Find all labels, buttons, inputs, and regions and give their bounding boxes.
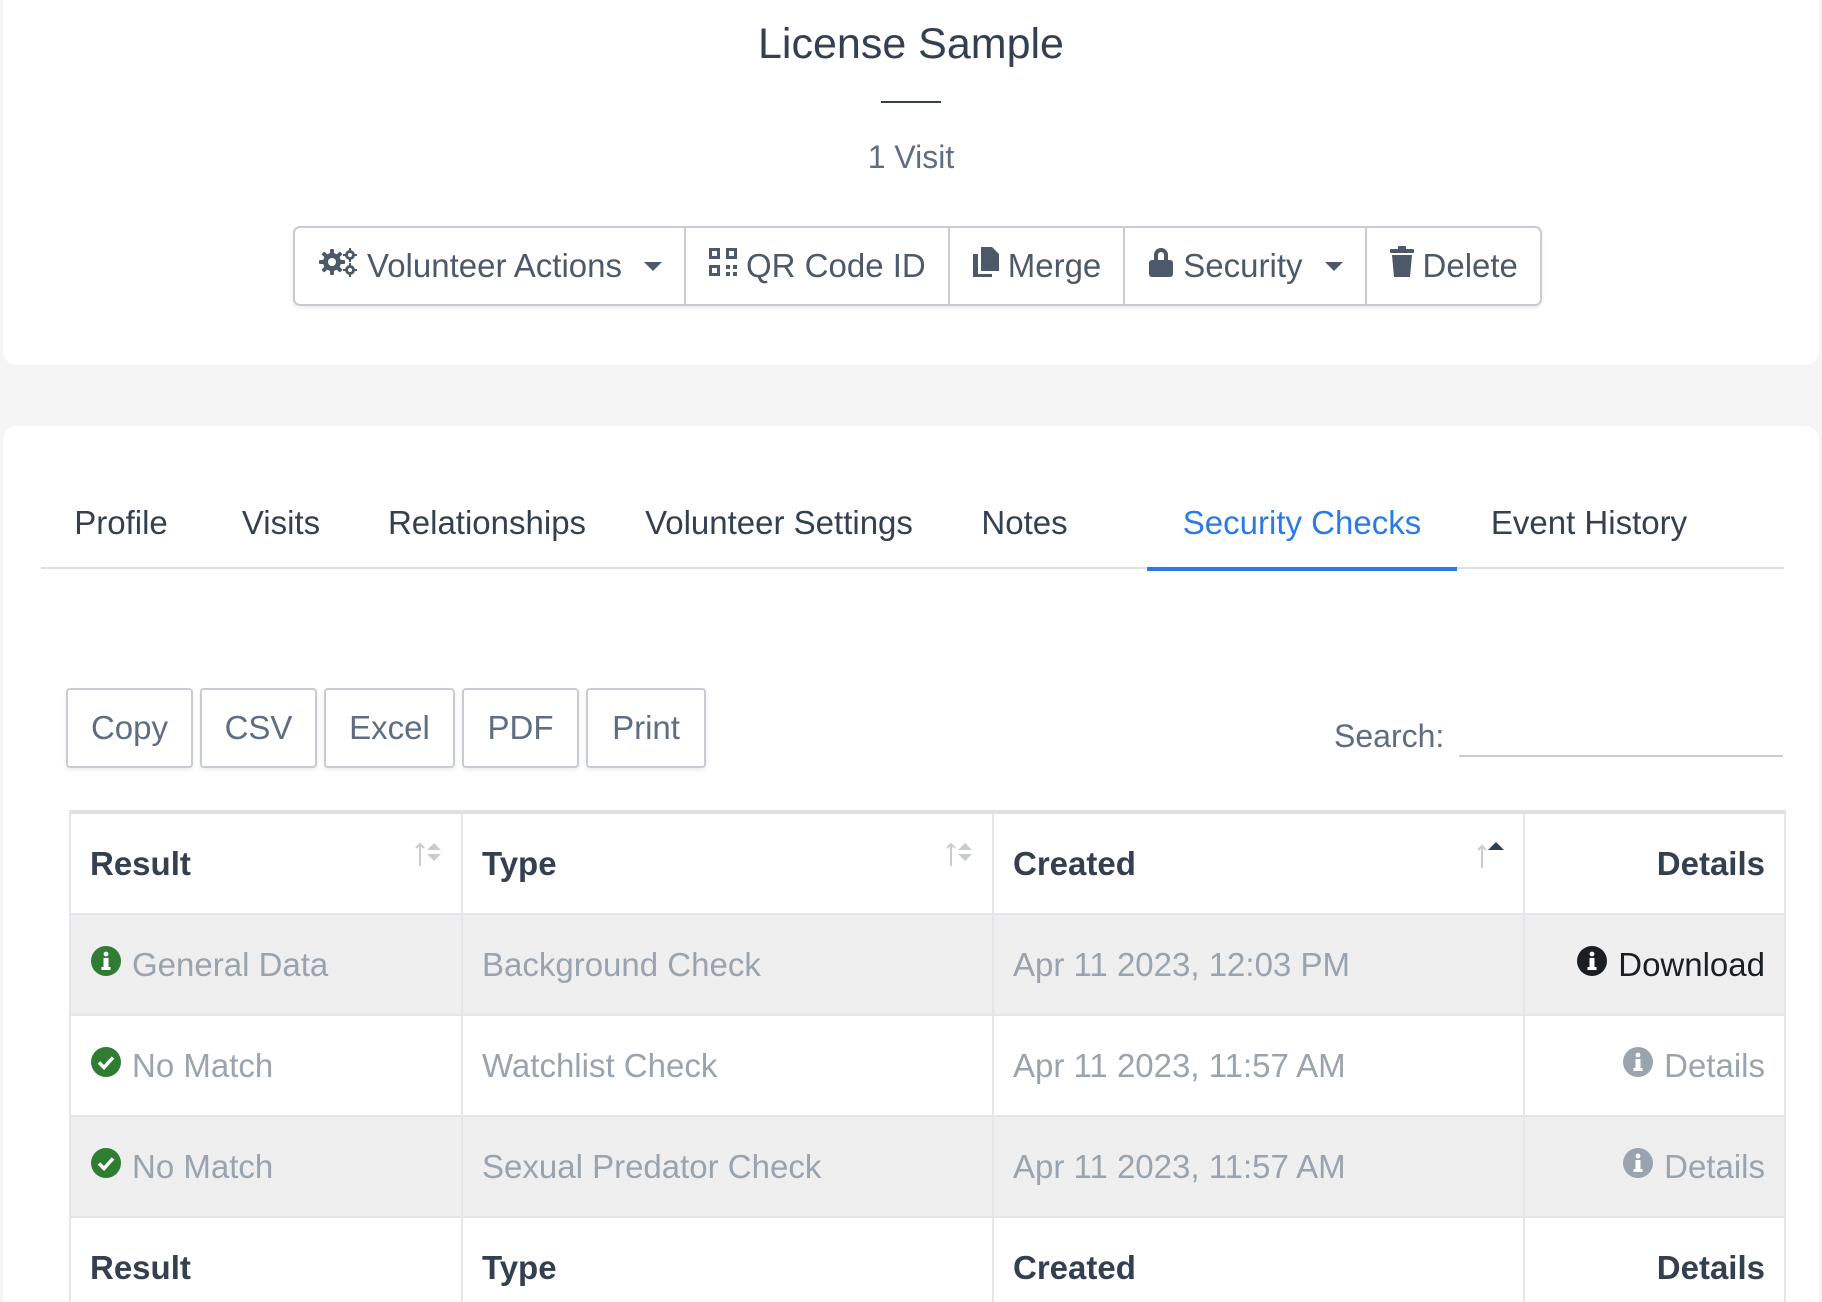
details-cell: Details <box>1523 1014 1786 1117</box>
merge-label: Merge <box>1007 247 1102 284</box>
details-cell: Download <box>1523 913 1786 1016</box>
chevron-down-icon <box>644 261 663 271</box>
table-row: No Match Watchlist Check Apr 11 2023, 11… <box>69 1014 1786 1117</box>
excel-button[interactable]: Excel <box>324 688 455 768</box>
info-circle-icon <box>1576 945 1608 985</box>
download-link[interactable]: Download <box>1544 945 1765 985</box>
security-checks-card: Profile Visits Relationships Volunteer S… <box>3 426 1819 1302</box>
type-cell: Background Check <box>461 913 994 1016</box>
info-circle-icon <box>90 945 122 985</box>
sort-ascending-icon <box>1477 842 1504 868</box>
copy-files-icon <box>972 246 1000 286</box>
search-input[interactable] <box>1459 701 1783 757</box>
delete-label: Delete <box>1422 247 1518 284</box>
merge-button[interactable]: Merge <box>950 228 1126 304</box>
info-circle-icon <box>1622 1147 1654 1187</box>
tab-relationships[interactable]: Relationships <box>361 476 613 569</box>
column-header-details: Details <box>1523 810 1786 915</box>
qr-code-label: QR Code ID <box>746 247 926 284</box>
details-cell: Details <box>1523 1115 1786 1218</box>
security-checks-table: Result Type Created Details General Data… <box>69 810 1786 1302</box>
tab-volunteer-settings[interactable]: Volunteer Settings <box>613 476 945 569</box>
footer-type: Type <box>461 1216 994 1302</box>
pdf-button[interactable]: PDF <box>462 688 579 768</box>
footer-created: Created <box>992 1216 1525 1302</box>
table-header-row: Result Type Created Details <box>69 810 1786 915</box>
qr-code-button[interactable]: QR Code ID <box>686 228 950 304</box>
tab-visits[interactable]: Visits <box>201 476 361 569</box>
chevron-down-icon <box>1324 261 1343 271</box>
details-link[interactable]: Details <box>1544 1046 1765 1086</box>
page-title: License Sample <box>758 20 1064 68</box>
tab-notes[interactable]: Notes <box>945 476 1104 569</box>
column-header-type[interactable]: Type <box>461 810 994 915</box>
column-header-result[interactable]: Result <box>69 810 463 915</box>
created-cell: Apr 11 2023, 11:57 AM <box>992 1115 1525 1218</box>
actions-button-group: Volunteer Actions QR Code ID Merge Secur… <box>293 226 1542 306</box>
profile-tabs: Profile Visits Relationships Volunteer S… <box>41 476 1784 571</box>
table-row: General Data Background Check Apr 11 202… <box>69 913 1786 1016</box>
gears-icon <box>317 246 359 286</box>
profile-header-card: License Sample 1 Visit Volunteer Actions… <box>3 0 1819 365</box>
search-label: Search: <box>1334 718 1445 754</box>
title-divider <box>881 101 941 103</box>
check-circle-icon <box>90 1147 122 1187</box>
result-cell: No Match <box>69 1014 463 1117</box>
volunteer-actions-button[interactable]: Volunteer Actions <box>295 228 687 304</box>
tab-profile[interactable]: Profile <box>41 476 201 569</box>
sort-icon <box>946 842 972 866</box>
type-cell: Sexual Predator Check <box>461 1115 994 1218</box>
type-cell: Watchlist Check <box>461 1014 994 1117</box>
result-cell: General Data <box>69 913 463 1016</box>
lock-icon <box>1147 246 1175 286</box>
security-button[interactable]: Security <box>1125 228 1367 304</box>
trash-icon <box>1389 246 1415 286</box>
tab-security-checks[interactable]: Security Checks <box>1147 476 1457 571</box>
column-header-created[interactable]: Created <box>992 810 1525 915</box>
volunteer-actions-label: Volunteer Actions <box>367 247 623 284</box>
print-button[interactable]: Print <box>586 688 706 768</box>
csv-button[interactable]: CSV <box>200 688 317 768</box>
created-cell: Apr 11 2023, 11:57 AM <box>992 1014 1525 1117</box>
result-cell: No Match <box>69 1115 463 1218</box>
qr-code-icon <box>708 247 738 285</box>
delete-button[interactable]: Delete <box>1367 228 1540 304</box>
check-circle-icon <box>90 1046 122 1086</box>
tab-event-history[interactable]: Event History <box>1457 476 1721 569</box>
table-row: No Match Sexual Predator Check Apr 11 20… <box>69 1115 1786 1218</box>
copy-button[interactable]: Copy <box>66 688 193 768</box>
details-link[interactable]: Details <box>1544 1147 1765 1187</box>
footer-details: Details <box>1523 1216 1786 1302</box>
security-label: Security <box>1183 247 1303 284</box>
visit-count: 1 Visit <box>867 139 955 175</box>
info-circle-icon <box>1622 1046 1654 1086</box>
created-cell: Apr 11 2023, 12:03 PM <box>992 913 1525 1016</box>
footer-result: Result <box>69 1216 463 1302</box>
sort-icon <box>415 842 441 866</box>
table-footer-row: Result Type Created Details <box>69 1216 1786 1302</box>
